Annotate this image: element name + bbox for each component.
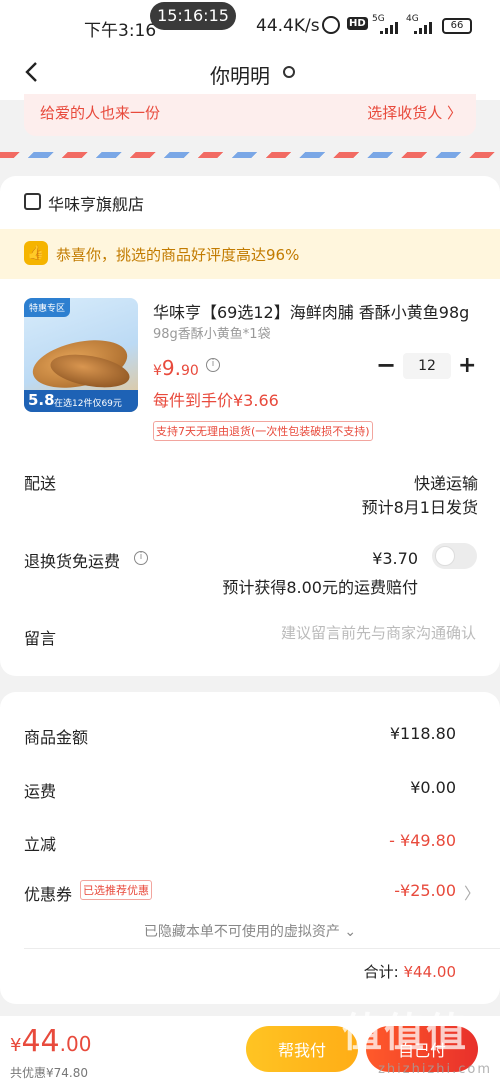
total-label: 合计: (363, 963, 399, 981)
hd-icon: HD (347, 17, 368, 30)
status-time: 下午3:16 (84, 21, 157, 41)
status-bar: 下午3:16 15:16:15 44.4K/s HD 5G 4G 66 (0, 0, 500, 44)
signal-icon (380, 22, 402, 34)
return-policy-badge: 支持7天无理由退货(一次性包装破损不支持) (153, 421, 373, 441)
thumbs-up-icon: 👍 (24, 241, 48, 265)
quantity-increase-button[interactable]: + (458, 353, 476, 378)
return-shipping-note: 预计获得8.00元的运费赔付 (222, 578, 418, 597)
goods-amount-value: ¥118.80 (389, 724, 456, 743)
hidden-assets-toggle[interactable]: 已隐藏本单不可使用的虚拟资产 ⌄ (0, 921, 500, 941)
bottom-price: ¥44.00 (10, 1024, 91, 1059)
price-int: 9. (161, 356, 182, 380)
choose-recipient-link[interactable]: 选择收货人 〉 (367, 102, 462, 123)
address-bar[interactable]: 给爱的人也来一份 选择收货人 〉 (24, 94, 476, 136)
quantity-input[interactable]: 12 (403, 353, 451, 379)
location-icon[interactable] (283, 66, 295, 78)
watermark-main: 值值值 (342, 1010, 468, 1056)
bottom-price-int: 44 (21, 1024, 60, 1059)
signal-icon-2 (414, 22, 436, 34)
unit-price: 每件到手价¥3.66 (153, 391, 279, 410)
shipping-label: 运费 (24, 782, 57, 801)
thumb-price-tag: 5.8 在选12件仅69元 (24, 390, 138, 412)
bottom-price-symbol: ¥ (10, 1035, 22, 1056)
chevron-right-icon[interactable]: 〉 (464, 880, 480, 904)
return-shipping-label: 退换货免运费 (24, 552, 121, 571)
shop-name[interactable]: 华味亨旗舰店 (48, 191, 144, 215)
return-shipping-info-icon[interactable]: i (134, 551, 148, 565)
message-input[interactable] (220, 624, 476, 642)
rating-text: 恭喜你，挑选的商品好评度高达96% (56, 246, 300, 264)
discount-value: - ¥49.80 (389, 831, 456, 850)
price-dec: 90 (181, 363, 199, 379)
return-shipping-toggle[interactable] (432, 543, 477, 569)
delivery-method[interactable]: 快递运输 (414, 470, 478, 494)
product-title[interactable]: 华味亨【69选12】海鲜肉脯 香酥小黄鱼98g (153, 299, 478, 323)
product-spec[interactable]: 98g香酥小黄鱼*1袋 (153, 323, 271, 342)
bottom-price-dec: .00 (59, 1032, 92, 1056)
price-symbol: ¥ (153, 363, 162, 379)
gift-prompt: 给爱的人也来一份 (40, 104, 161, 122)
product-price: ¥9.90 (153, 356, 199, 380)
airmail-stripe (0, 152, 500, 158)
discount-label: 立减 (24, 835, 57, 854)
thumb-price: 5.8 (28, 391, 55, 409)
thumb-note: 在选12件仅69元 (54, 399, 122, 409)
delivery-label: 配送 (24, 474, 57, 493)
site-watermark: 值值值 zhizhizhi.com (342, 1000, 500, 1083)
nav-bar: 你明明 (0, 44, 500, 100)
return-shipping-price: ¥3.70 (372, 549, 418, 568)
total-value: ¥44.00 (403, 963, 457, 981)
summary-divider (24, 948, 500, 949)
coupon-tag: 已选推荐优惠 (80, 880, 152, 900)
battery-icon: 66 (442, 18, 472, 34)
shipping-value: ¥0.00 (410, 778, 456, 797)
clock-pill: 15:16:15 (150, 2, 236, 30)
quantity-decrease-button[interactable]: − (376, 353, 396, 378)
thumb-tag: 特惠专区 (24, 298, 71, 317)
delivery-eta: 预计8月1日发货 (361, 498, 478, 517)
alarm-icon (322, 16, 340, 34)
total-savings: 共优惠¥74.80 (10, 1066, 88, 1080)
price-info-icon[interactable]: i (206, 358, 220, 372)
product-image[interactable]: 特惠专区 5.8 在选12件仅69元 (24, 298, 138, 412)
network-speed: 44.4K/s (256, 16, 320, 36)
shop-icon (24, 193, 41, 210)
message-label: 留言 (24, 629, 57, 648)
watermark-sub: zhizhizhi.com (378, 1062, 492, 1077)
rating-banner: 👍 恭喜你，挑选的商品好评度高达96% (0, 229, 500, 279)
total-row: 合计: ¥44.00 (364, 961, 456, 982)
coupon-label: 优惠券 (24, 885, 73, 904)
page-title: 你明明 (210, 64, 270, 88)
coupon-value[interactable]: -¥25.00 (394, 881, 456, 900)
goods-amount-label: 商品金额 (24, 728, 89, 747)
